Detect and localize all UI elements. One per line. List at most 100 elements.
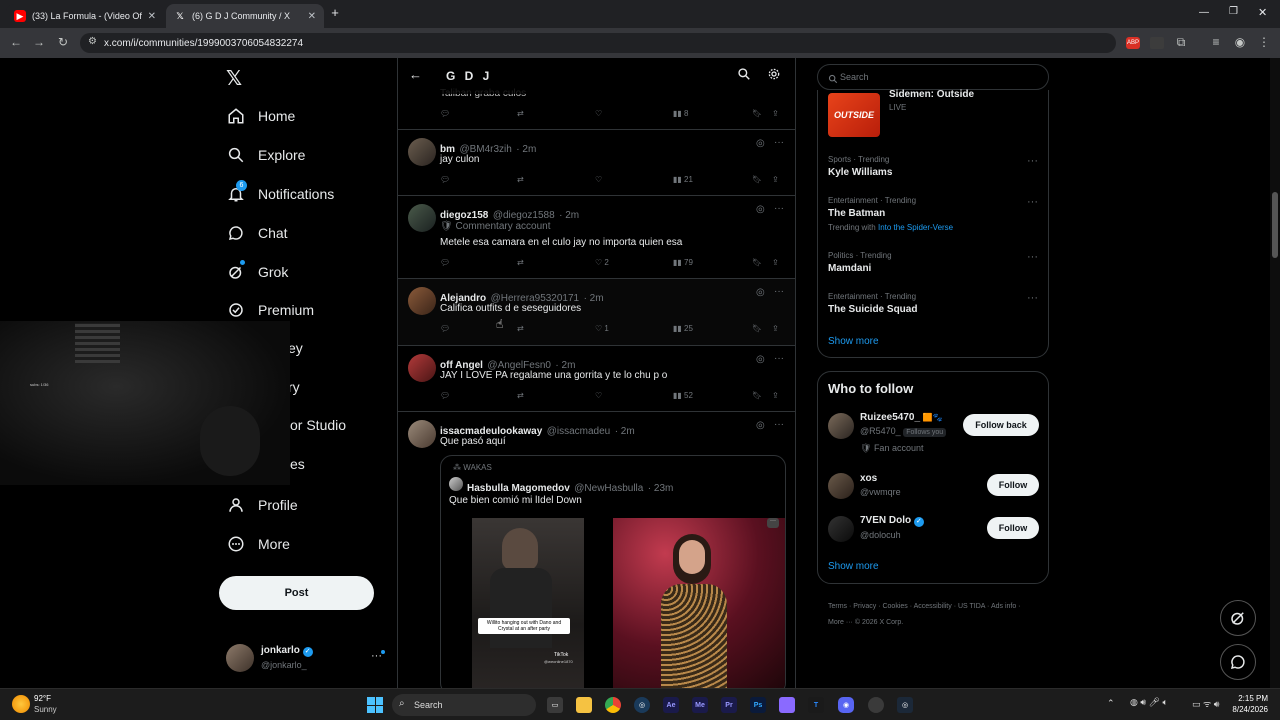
clock-date[interactable]: 8/24/2026 (1226, 705, 1268, 714)
weather-temp[interactable]: 92°F (34, 694, 51, 703)
file-explorer-icon[interactable] (576, 697, 592, 713)
follow-name[interactable]: xos (860, 473, 877, 484)
nav-explore[interactable]: Explore (226, 145, 305, 165)
minimize-icon[interactable]: — (1199, 7, 1209, 18)
more-icon[interactable]: ··· (774, 286, 784, 297)
grok-float-button[interactable] (1220, 600, 1256, 636)
trend-item[interactable]: Sports · Trending Kyle Williams ··· (828, 155, 1038, 178)
avatar[interactable] (408, 287, 436, 315)
reply-icon[interactable]: 💬︎ (440, 175, 450, 184)
more-icon[interactable]: ··· (1027, 292, 1038, 304)
post[interactable]: diegoz158 @diegoz1588 · 2m ◎ ··· 🛡︎ Comm… (398, 196, 795, 279)
trend-item[interactable]: Entertainment · Trending The Suicide Squ… (828, 292, 1038, 315)
browser-tab-x[interactable]: 𝕏 (6) G D J Community / X ✕ (166, 4, 324, 28)
reload-icon[interactable]: ↻ (55, 35, 71, 49)
author-handle[interactable]: @NewHasbulla (574, 483, 643, 494)
author-name[interactable]: Hasbulla Magomedov (467, 483, 570, 494)
share-icon[interactable]: ⇪ (772, 175, 779, 184)
site-info-icon[interactable]: ⚙ (88, 36, 97, 47)
nav-profile[interactable]: Profile (226, 495, 298, 515)
follow-name[interactable]: Ruizee5470_ 🟧🐾 (860, 412, 943, 423)
more-icon[interactable]: ··· (774, 203, 784, 214)
show-more-link[interactable]: Show more (828, 561, 879, 572)
media-encoder-icon[interactable]: Me (692, 697, 708, 713)
more-icon[interactable]: ··· (1027, 196, 1038, 208)
profile-icon[interactable]: ◉ (1232, 35, 1248, 49)
avatar[interactable] (449, 477, 463, 491)
follow-back-button[interactable]: Follow back (963, 414, 1039, 436)
avatar[interactable] (828, 516, 854, 542)
reply-icon[interactable]: 💬︎ (440, 391, 450, 400)
app-icon[interactable]: ◎ (634, 697, 650, 713)
live-thumbnail[interactable]: OUTSIDE (828, 93, 880, 137)
account-name[interactable]: jonkarlo ✓ (261, 645, 313, 657)
nav-grok[interactable]: Grok (226, 260, 288, 282)
repost-icon[interactable]: ⇄ (517, 324, 524, 333)
live-title[interactable]: Sidemen: Outside (889, 89, 974, 100)
post[interactable]: issacmadeulookaway @issacmadeu · 2m ◎ ··… (398, 412, 795, 688)
post-button[interactable]: Post (219, 576, 374, 610)
nav-notifications[interactable]: 6 Notifications (226, 180, 334, 204)
bookmark-icon[interactable]: 🔖︎ (752, 109, 762, 118)
post-time[interactable]: · 2m (584, 293, 604, 304)
post-time[interactable]: · 23m (648, 483, 674, 494)
discord-icon[interactable]: ◉ (838, 697, 854, 713)
app-icon[interactable]: T (808, 697, 824, 713)
author-handle[interactable]: @issacmadeu (547, 426, 611, 437)
author-handle[interactable]: @diegoz1588 (493, 210, 555, 221)
views-count[interactable]: ▮▮ 21 (673, 175, 693, 184)
footer-link[interactable]: US TIDA (958, 603, 985, 610)
scrollbar-thumb[interactable] (1272, 192, 1278, 258)
grok-icon[interactable]: ◎ (756, 204, 765, 215)
avatar[interactable] (408, 420, 436, 448)
bookmark-icon[interactable]: 🔖︎ (752, 391, 762, 400)
views-count[interactable]: ▮▮ 52 (673, 391, 693, 400)
app-icon[interactable] (779, 697, 795, 713)
tiktok-video-thumbnail[interactable]: Willito hanging out with Dano and Crysta… (472, 518, 584, 688)
back-arrow-icon[interactable]: ← (409, 67, 422, 82)
trending-with-link[interactable]: Into the Spider-Verse (878, 223, 953, 232)
close-icon[interactable]: ✕ (308, 11, 316, 22)
post-time[interactable]: · 2m (516, 144, 536, 155)
like-count[interactable]: ♡ 1 (595, 324, 609, 333)
nav-partial-1[interactable]: ey (288, 340, 303, 356)
post-time[interactable]: · 2m (559, 210, 579, 221)
window-close-icon[interactable]: ✕ (1258, 6, 1267, 19)
nav-more[interactable]: More (226, 534, 290, 554)
bookmark-icon[interactable]: 🔖︎ (752, 324, 762, 333)
page-scrollbar[interactable] (1270, 58, 1280, 688)
author-name[interactable]: diegoz158 (440, 210, 488, 221)
browser-tab-youtube[interactable]: ▶ (33) La Formula - (Video Oficial ✕ (6, 4, 164, 28)
post[interactable]: Alejandro @Herrera95320171 · 2m ◎ ··· Ca… (398, 279, 795, 346)
footer-link[interactable]: Cookies (882, 603, 907, 610)
more-icon[interactable]: ··· (774, 137, 784, 148)
follow-name[interactable]: 7VEN Dolo ✓ (860, 515, 924, 527)
like-icon[interactable]: ♡ (595, 109, 602, 118)
weather-sun-icon[interactable] (12, 695, 30, 713)
post[interactable]: bm @BM4r3zih · 2m ◎ ··· jay culon 💬︎ ⇄ ♡… (398, 130, 795, 196)
repost-icon[interactable]: ⇄ (517, 109, 524, 118)
nav-chat[interactable]: Chat (226, 223, 288, 243)
reply-icon[interactable]: 💬︎ (440, 258, 450, 267)
share-icon[interactable]: ⇪ (772, 324, 779, 333)
avatar[interactable] (226, 644, 254, 672)
show-more-link[interactable]: Show more (828, 336, 879, 347)
tray-icons[interactable]: ◍ 🔊︎ 🎤︎ 🔈︎ (1130, 697, 1168, 708)
search-input[interactable]: Search (817, 64, 1049, 90)
party-photo-thumbnail[interactable]: ··· (613, 518, 785, 688)
views-count[interactable]: ▮▮ 8 (673, 109, 688, 118)
reply-icon[interactable]: 💬︎ (440, 324, 450, 333)
footer-link[interactable]: More ··· (828, 619, 853, 626)
share-icon[interactable]: ⇪ (772, 109, 779, 118)
settings-gear-icon[interactable] (767, 67, 781, 86)
search-icon[interactable] (737, 67, 751, 86)
grok-icon[interactable]: ◎ (756, 287, 765, 298)
photoshop-icon[interactable]: Ps (750, 697, 766, 713)
repost-icon[interactable]: ⇄ (517, 175, 524, 184)
bookmark-icon[interactable]: 🔖︎ (752, 175, 762, 184)
more-icon[interactable]: ··· (774, 419, 784, 430)
nav-creator-studio[interactable]: or Studio (290, 417, 346, 433)
footer-link[interactable]: Ads info (991, 603, 1016, 610)
back-icon[interactable]: ← (8, 35, 24, 49)
grok-icon[interactable]: ◎ (756, 354, 765, 365)
